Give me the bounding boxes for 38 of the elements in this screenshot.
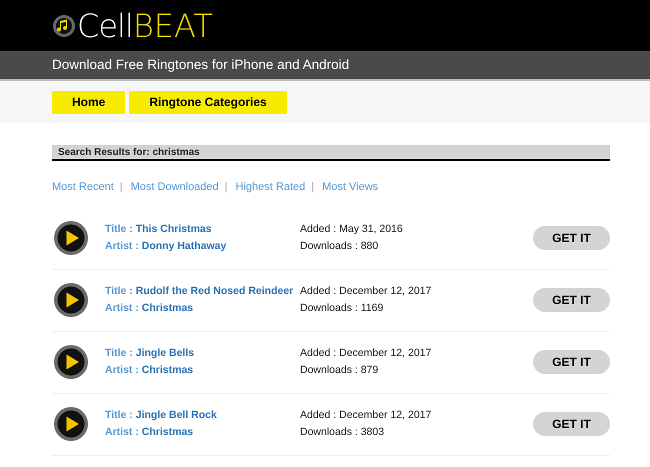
added-date: Added : December 12, 2017 (300, 346, 432, 361)
download-count: Downloads : 1169 (300, 301, 384, 316)
sort-link[interactable]: Most Views (322, 179, 378, 196)
title-link[interactable]: Title : Jingle Bells (105, 345, 194, 362)
get-it-button[interactable]: GET IT (533, 226, 610, 250)
logo-text: BEAT (132, 10, 213, 42)
sort-link[interactable]: Most Recent (52, 179, 114, 196)
separator: | (311, 180, 314, 195)
artist-link[interactable]: Artist : Christmas (105, 362, 194, 379)
nav-link[interactable]: Home (52, 90, 126, 114)
tagline: Download Free Ringtones for iPhone and Android (52, 56, 350, 74)
play-button[interactable] (54, 407, 88, 441)
artist-link[interactable]: Artist : Christmas (105, 300, 194, 317)
added-date: Added : December 12, 2017 (300, 408, 432, 423)
title-link[interactable]: Title : Rudolf the Red Nosed Reindeer (105, 283, 294, 300)
title-link[interactable]: Title : Jingle Bell Rock (105, 407, 217, 424)
artist-link[interactable]: Artist : Donny Hathaway (105, 238, 226, 255)
get-it-button[interactable]: GET IT (533, 350, 610, 374)
sort-link[interactable]: Highest Rated (236, 179, 306, 196)
search-results-heading: Search Results for: christmas (52, 145, 610, 161)
get-it-button[interactable]: GET IT (533, 288, 610, 312)
separator: | (224, 180, 228, 195)
music-note-icon (52, 14, 76, 38)
download-count: Downloads : 3803 (300, 425, 386, 440)
play-button[interactable] (54, 221, 88, 255)
play-button[interactable] (54, 345, 88, 379)
separator: | (120, 180, 123, 195)
title-link[interactable]: Title : This Christmas (105, 221, 212, 238)
play-button[interactable] (54, 283, 88, 317)
nav-link[interactable]: Ringtone Categories (129, 90, 287, 114)
logo-text: Cell (77, 10, 133, 42)
get-it-button[interactable]: GET IT (533, 412, 610, 436)
sort-link[interactable]: Most Downloaded (130, 179, 219, 196)
added-date: Added : May 31, 2016 (300, 222, 404, 237)
artist-link[interactable]: Artist : Christmas (105, 424, 194, 441)
download-count: Downloads : 880 (300, 239, 380, 254)
download-count: Downloads : 879 (300, 363, 380, 378)
added-date: Added : December 12, 2017 (300, 284, 432, 299)
